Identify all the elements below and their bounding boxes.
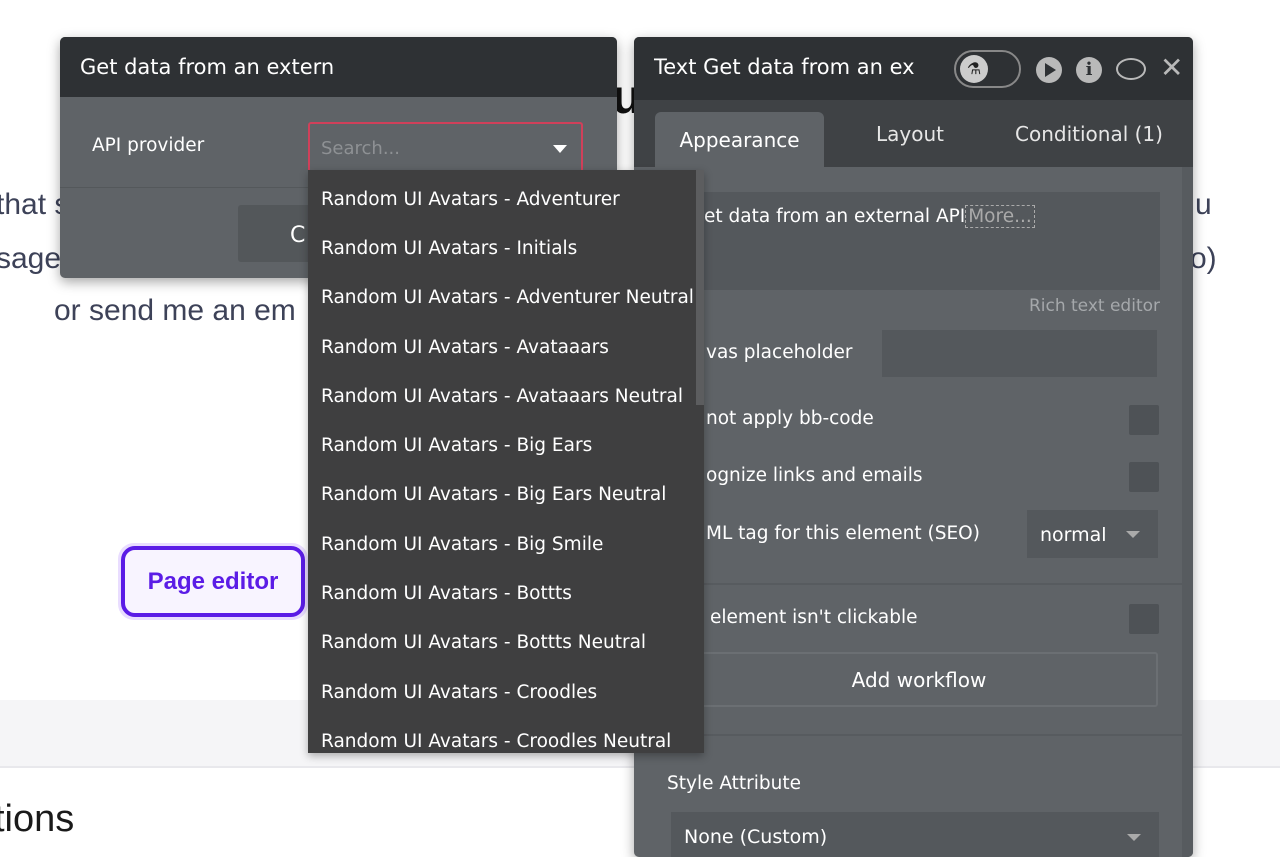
- close-icon[interactable]: ✕: [1160, 51, 1183, 84]
- html-tag-label: ML tag for this element (SEO): [706, 523, 980, 544]
- flask-toggle[interactable]: ⚗: [954, 50, 1021, 88]
- popup-title: Get data from an extern: [60, 37, 617, 97]
- tab-appearance[interactable]: Appearance: [655, 112, 824, 167]
- dropdown-scrollbar[interactable]: [696, 170, 704, 753]
- text-content-editor[interactable]: et data from an external API More...: [680, 192, 1160, 290]
- bg-text-right2: o): [1190, 242, 1217, 275]
- play-icon[interactable]: [1036, 57, 1062, 83]
- style-select[interactable]: None (Custom): [671, 812, 1159, 857]
- tab-layout[interactable]: Layout: [844, 100, 976, 167]
- property-editor-title: Text Get data from an ex: [654, 55, 915, 79]
- dropdown-option[interactable]: Random UI Avatars - Avataaars Neutral: [308, 367, 704, 416]
- add-workflow-button[interactable]: Add workflow: [680, 652, 1158, 707]
- html-tag-value: normal: [1040, 524, 1107, 546]
- links-label: ognize links and emails: [706, 465, 923, 486]
- rich-text-editor-link[interactable]: Rich text editor: [1029, 296, 1160, 316]
- links-checkbox[interactable]: [1129, 462, 1159, 492]
- dropdown-option[interactable]: Random UI Avatars - Bottts Neutral: [308, 614, 704, 663]
- page-editor-button[interactable]: Page editor: [118, 543, 308, 620]
- canvas-placeholder-input[interactable]: [882, 330, 1157, 377]
- dropdown-option[interactable]: Random UI Avatars - Adventurer: [308, 170, 704, 219]
- property-editor: Text Get data from an ex ⚗ i ✕ Appearanc…: [634, 37, 1193, 857]
- text-content: et data from an external API: [704, 206, 966, 227]
- not-clickable-checkbox[interactable]: [1129, 604, 1159, 634]
- dropdown-option[interactable]: Random UI Avatars - Big Smile: [308, 515, 704, 564]
- dropdown-option[interactable]: Random UI Avatars - Initials: [308, 219, 704, 268]
- bg-section-heading: tions: [0, 798, 75, 840]
- tab-conditional[interactable]: Conditional (1): [994, 100, 1184, 167]
- dropdown-option[interactable]: Random UI Avatars - Big Ears Neutral: [308, 466, 704, 515]
- property-editor-header: Text Get data from an ex ⚗ i ✕: [634, 37, 1193, 100]
- section-divider: [634, 734, 1182, 736]
- chevron-down-icon: [1126, 531, 1140, 538]
- bg-text-line2: sage: [0, 242, 62, 275]
- dropdown-scroll-thumb[interactable]: [696, 170, 704, 405]
- popup-button-label: C: [290, 223, 306, 248]
- bg-text-line3: or send me an em: [54, 294, 296, 327]
- api-provider-dropdown: Random UI Avatars - Adventurer Random UI…: [308, 170, 704, 753]
- section-divider: [634, 583, 1182, 585]
- bbcode-checkbox[interactable]: [1129, 405, 1159, 435]
- tab-bar: Appearance Layout Conditional (1): [634, 100, 1193, 167]
- dropdown-option[interactable]: Random UI Avatars - Adventurer Neutral: [308, 269, 704, 318]
- html-tag-select[interactable]: normal: [1027, 510, 1158, 558]
- not-clickable-label: element isn't clickable: [710, 607, 918, 628]
- bg-text-line1: that s: [0, 188, 70, 221]
- style-value: None (Custom): [684, 826, 828, 848]
- flask-icon: ⚗: [960, 55, 988, 83]
- dropdown-option[interactable]: Random UI Avatars - Bottts: [308, 564, 704, 613]
- panel-scrollbar[interactable]: [1182, 167, 1193, 857]
- style-attribute-label: Style Attribute: [667, 773, 802, 794]
- bg-text-right1: u: [1195, 188, 1212, 221]
- add-workflow-label: Add workflow: [851, 667, 987, 692]
- search-placeholder: Search...: [321, 138, 401, 159]
- comment-icon[interactable]: [1116, 58, 1146, 80]
- bbcode-label: not apply bb-code: [706, 408, 874, 429]
- canvas-placeholder-label: vas placeholder: [706, 342, 853, 363]
- dropdown-option[interactable]: Random UI Avatars - Croodles: [308, 663, 704, 712]
- api-provider-search[interactable]: Search...: [308, 122, 583, 172]
- page-editor-label: Page editor: [121, 546, 305, 617]
- api-provider-label: API provider: [92, 135, 205, 156]
- chevron-down-icon: [1127, 834, 1141, 841]
- info-icon[interactable]: i: [1076, 57, 1102, 83]
- dropdown-option[interactable]: Random UI Avatars - Croodles Neutral: [308, 712, 704, 753]
- more-link[interactable]: More...: [965, 205, 1035, 228]
- chevron-down-icon: [553, 145, 567, 153]
- dropdown-option[interactable]: Random UI Avatars - Avataaars: [308, 318, 704, 367]
- dropdown-option[interactable]: Random UI Avatars - Big Ears: [308, 416, 704, 465]
